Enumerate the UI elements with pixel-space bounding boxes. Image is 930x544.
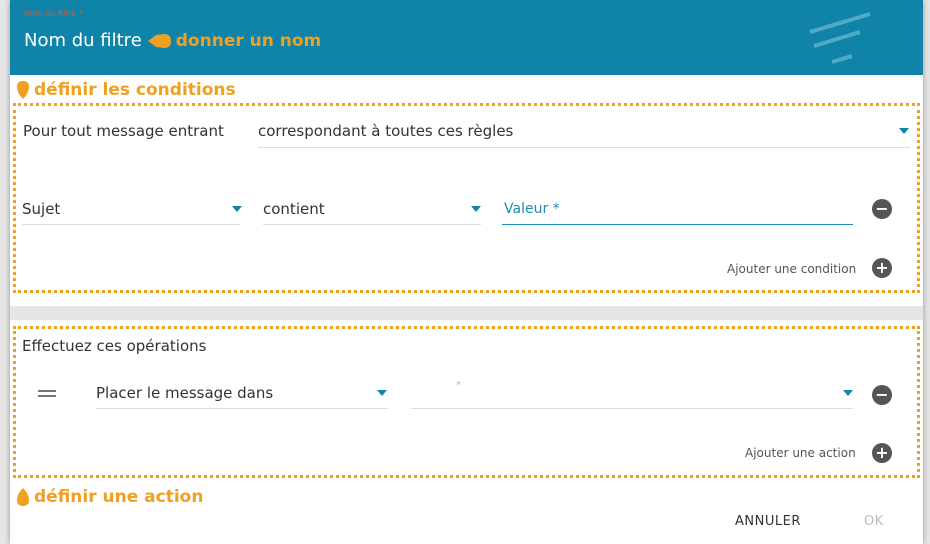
pointer-left-icon xyxy=(147,33,171,48)
operator-dropdown-icon[interactable] xyxy=(471,206,481,212)
filter-name-input[interactable]: Nom du filtre xyxy=(24,30,142,51)
match-select[interactable]: correspondant à toutes ces règles xyxy=(258,122,513,140)
match-select-underline xyxy=(258,147,910,148)
title-row: Nom du filtre donner un nom xyxy=(24,30,321,51)
action-annotation: définir une action xyxy=(16,487,203,507)
annotation-name: donner un nom xyxy=(175,30,322,51)
logo-icon xyxy=(809,12,871,64)
target-folder-select[interactable]: * xyxy=(456,380,461,391)
actions-heading: Effectuez ces opérations xyxy=(22,337,207,355)
remove-action-button[interactable]: − xyxy=(872,385,892,405)
remove-condition-button[interactable]: − xyxy=(872,199,892,219)
rule-field-select[interactable]: Sujet xyxy=(22,200,60,218)
action-underline xyxy=(96,408,388,409)
drag-handle-icon[interactable] xyxy=(38,389,56,399)
target-dropdown-icon[interactable] xyxy=(843,390,853,396)
field-underline xyxy=(22,224,240,225)
cancel-button[interactable]: ANNULER xyxy=(735,514,801,529)
pin-icon xyxy=(17,81,29,99)
filter-dialog: Nom du filtre * Nom du filtre donner un … xyxy=(10,0,923,544)
section-divider xyxy=(10,306,923,320)
conditions-annotation: définir les conditions xyxy=(16,80,236,100)
add-action-button[interactable]: + xyxy=(872,443,892,463)
value-input[interactable]: Valeur * xyxy=(504,201,560,217)
field-dropdown-icon[interactable] xyxy=(232,206,242,212)
rule-operator-select[interactable]: contient xyxy=(263,200,325,218)
action-select[interactable]: Placer le message dans xyxy=(96,384,273,402)
match-dropdown-icon[interactable] xyxy=(899,128,909,134)
add-condition-button[interactable]: + xyxy=(872,258,892,278)
operator-underline xyxy=(263,224,481,225)
pin-icon xyxy=(17,488,29,506)
ok-button[interactable]: OK xyxy=(864,514,884,529)
value-underline xyxy=(502,224,853,225)
annotation-conditions: définir les conditions xyxy=(34,80,236,100)
add-action-label[interactable]: Ajouter une action xyxy=(745,446,856,460)
filter-name-floating-label: Nom du filtre * xyxy=(24,9,83,18)
annotation-action: définir une action xyxy=(34,487,204,507)
target-underline xyxy=(411,408,853,409)
incoming-label: Pour tout message entrant xyxy=(23,122,224,140)
action-dropdown-icon[interactable] xyxy=(377,390,387,396)
add-condition-label[interactable]: Ajouter une condition xyxy=(727,262,856,276)
dialog-header: Nom du filtre * Nom du filtre donner un … xyxy=(10,0,923,75)
